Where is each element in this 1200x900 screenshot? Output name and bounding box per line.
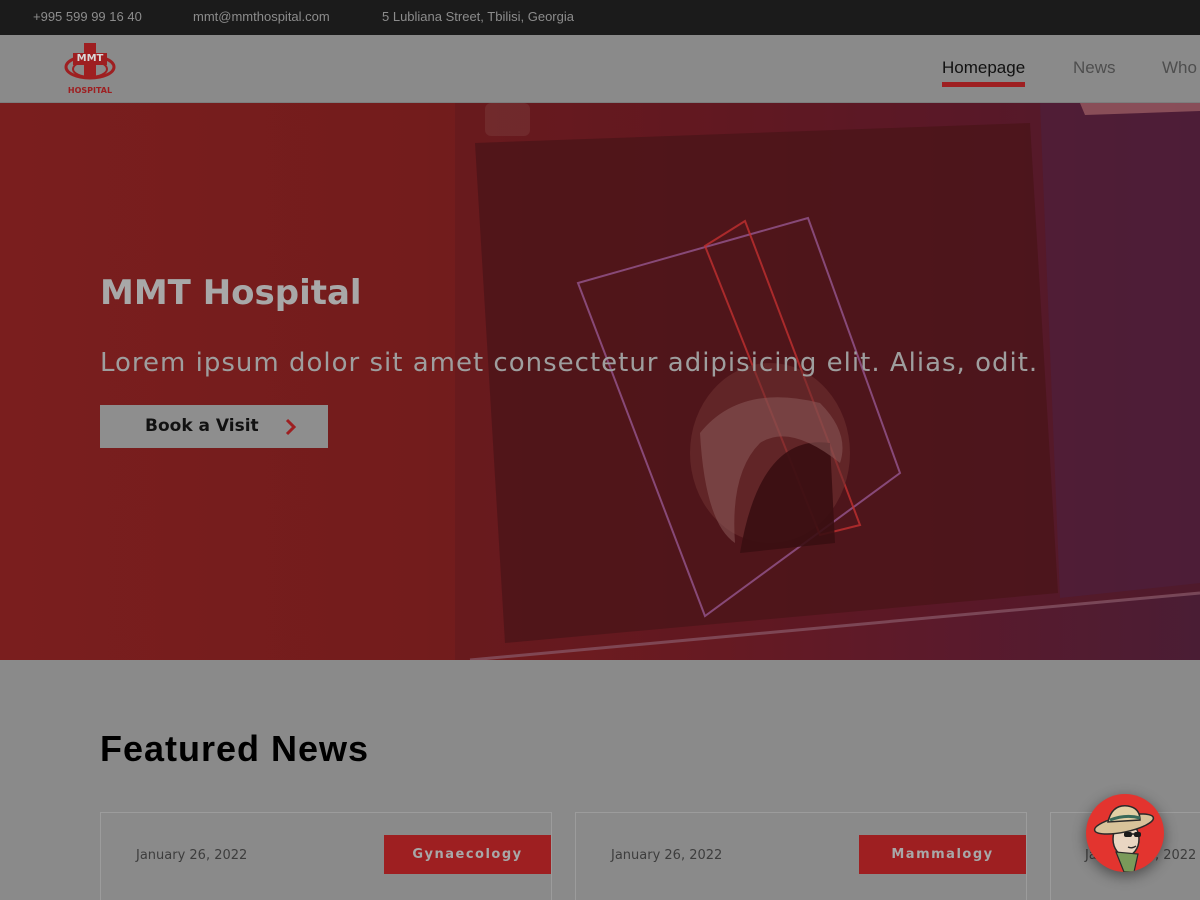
svg-text:MMT: MMT [77,53,104,64]
contact-address: 5 Lubliana Street, Tbilisi, Georgia [382,9,574,24]
nav-who[interactable]: Who [1162,58,1197,78]
nav-news[interactable]: News [1073,58,1116,78]
hero-subtitle: Lorem ipsum dolor sit amet consectetur a… [100,348,1039,378]
contact-email[interactable]: mmt@mmthospital.com [193,9,330,24]
contact-bar: +995 599 99 16 40 mmt@mmthospital.com 5 … [0,0,1200,35]
svg-text:HOSPITAL: HOSPITAL [68,86,112,95]
news-card-category[interactable]: Mammalogy [859,835,1026,874]
floating-avatar-button[interactable] [1086,794,1164,872]
hero-banner: MMT Hospital Lorem ipsum dolor sit amet … [0,103,1200,660]
book-visit-label: Book a Visit [145,416,259,436]
news-card-category[interactable]: Gynaecology [384,835,551,874]
featured-news-heading: Featured News [100,728,370,769]
news-card[interactable]: January 26, 2022 Gynaecology [100,812,552,900]
news-card-date: January 26, 2022 [136,848,248,863]
nav-homepage[interactable]: Homepage [942,58,1026,87]
contact-phone[interactable]: +995 599 99 16 40 [33,9,142,24]
news-card-date: January 26, 2022 [611,848,723,863]
book-visit-button[interactable]: Book a Visit [100,405,328,448]
news-card[interactable]: January 26, 2022 Mammalogy [575,812,1027,900]
site-header: MMT HOSPITAL Homepage News Who [0,35,1200,103]
hero-title: MMT Hospital [100,273,362,313]
hero-background-image [455,103,1200,660]
hospital-logo[interactable]: MMT HOSPITAL [60,41,120,97]
hospital-logo-icon: MMT HOSPITAL [64,43,116,95]
chevron-right-icon [285,418,297,436]
user-avatar-icon [1093,805,1155,872]
